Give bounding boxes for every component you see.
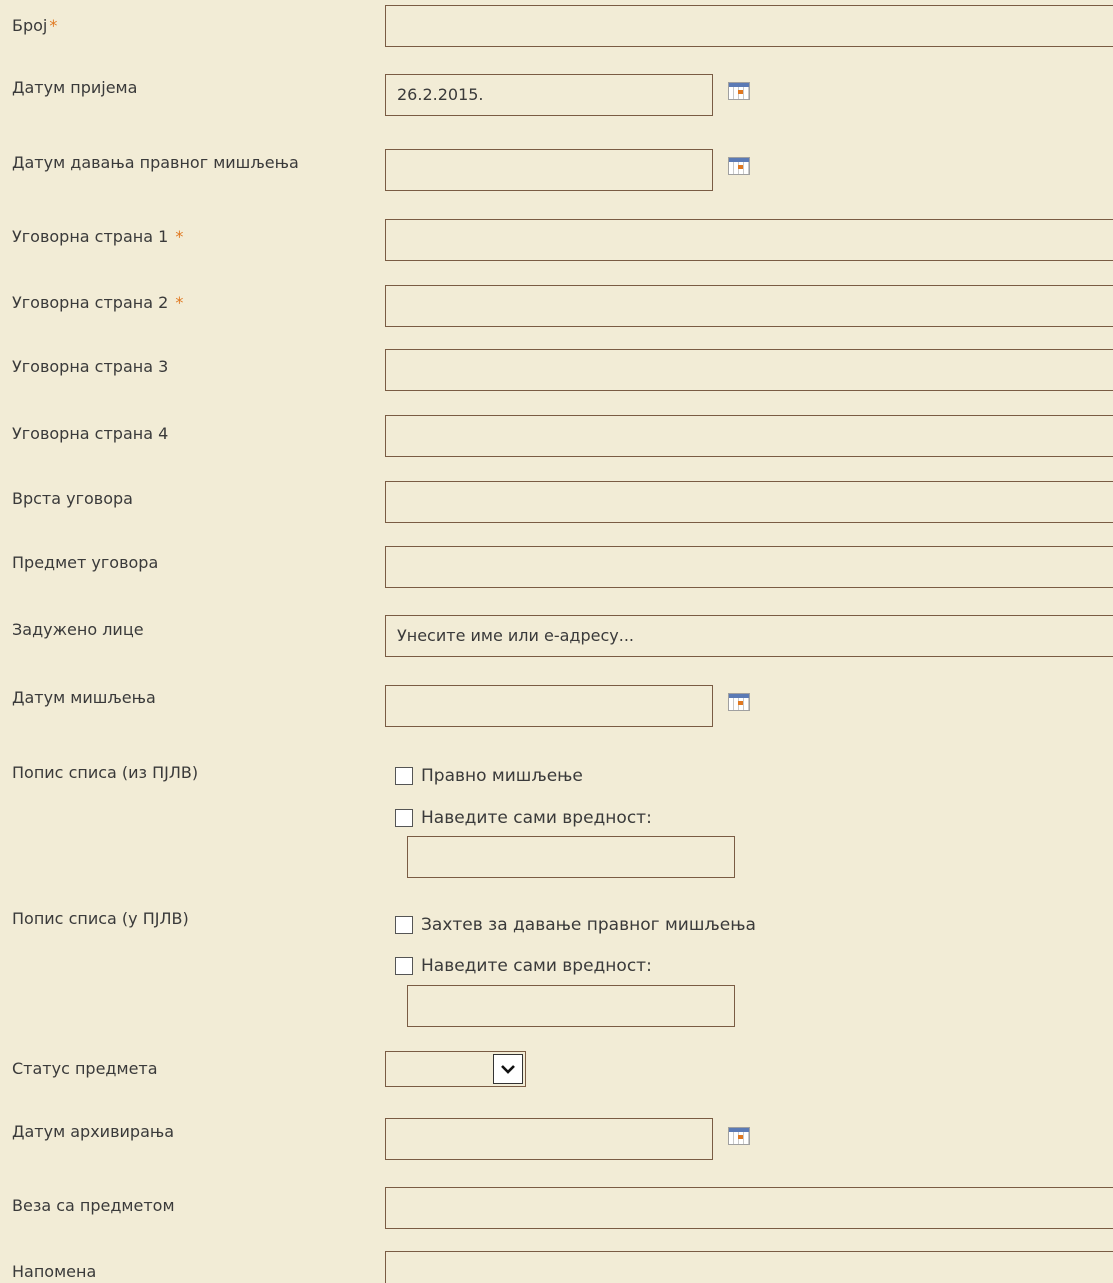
vrsta-ugovora-input[interactable]	[385, 481, 1113, 523]
chevron-down-icon[interactable]	[493, 1054, 523, 1084]
broj-input[interactable]	[385, 5, 1113, 47]
calendar-icon[interactable]	[728, 1127, 750, 1145]
ugovorna-strana-2-label: Уговорна страна 2 *	[12, 293, 184, 312]
popis-iz-custom-value-input[interactable]	[407, 836, 735, 878]
checkbox[interactable]	[395, 809, 413, 827]
popis-u-option-2[interactable]: Наведите сами вредност:	[395, 955, 652, 977]
calendar-icon[interactable]	[728, 693, 750, 711]
status-predmeta-label: Статус предмета	[12, 1059, 158, 1078]
required-marker: *	[175, 293, 184, 312]
datum-davanja-label: Датум давања правног мишљења	[12, 153, 299, 172]
popis-u-label: Попис списа (у ПЈЛВ)	[12, 909, 189, 928]
predmet-ugovora-input[interactable]	[385, 546, 1113, 588]
ugovorna-strana-1-label: Уговорна страна 1 *	[12, 227, 184, 246]
datum-davanja-input[interactable]	[385, 149, 713, 191]
datum-arhiviranja-input[interactable]	[385, 1118, 713, 1160]
checkbox-label: Наведите сами вредност:	[421, 956, 652, 976]
calendar-icon[interactable]	[728, 82, 750, 100]
checkbox-label: Захтев за давање правног мишљења	[421, 915, 756, 935]
predmet-ugovora-label: Предмет уговора	[12, 553, 159, 572]
popis-u-custom-value-input[interactable]	[407, 985, 735, 1027]
napomena-label: Напомена	[12, 1262, 97, 1281]
checkbox[interactable]	[395, 916, 413, 934]
ugovorna-strana-2-input[interactable]	[385, 285, 1113, 327]
ugovorna-strana-3-input[interactable]	[385, 349, 1113, 391]
checkbox-label: Правно мишљење	[421, 766, 583, 786]
zaduzeno-lice-input[interactable]: Унесите име или е-адресу...	[385, 615, 1113, 657]
ugovorna-strana-1-input[interactable]	[385, 219, 1113, 261]
datum-prijema-input[interactable]: 26.2.2015.	[385, 74, 713, 116]
calendar-icon[interactable]	[728, 157, 750, 175]
datum-misljenja-input[interactable]	[385, 685, 713, 727]
popis-u-option-1[interactable]: Захтев за давање правног мишљења	[395, 914, 756, 936]
vrsta-ugovora-label: Врста уговора	[12, 489, 133, 508]
ugovorna-strana-3-label: Уговорна страна 3	[12, 357, 169, 376]
broj-label: Број *	[12, 16, 58, 35]
napomena-input[interactable]	[385, 1251, 1113, 1283]
status-predmeta-select[interactable]	[385, 1051, 526, 1087]
veza-sa-predmetom-input[interactable]	[385, 1187, 1113, 1229]
popis-iz-option-2[interactable]: Наведите сами вредност:	[395, 807, 652, 829]
required-marker: *	[49, 16, 58, 35]
datum-prijema-label: Датум пријема	[12, 78, 138, 97]
form: Број * Датум пријема 26.2.2015. Датум дав…	[0, 0, 1113, 1283]
required-marker: *	[175, 227, 184, 246]
ugovorna-strana-4-label: Уговорна страна 4	[12, 424, 169, 443]
checkbox-label: Наведите сами вредност:	[421, 808, 652, 828]
popis-iz-option-1[interactable]: Правно мишљење	[395, 765, 583, 787]
checkbox[interactable]	[395, 767, 413, 785]
ugovorna-strana-4-input[interactable]	[385, 415, 1113, 457]
veza-sa-predmetom-label: Веза са предметом	[12, 1196, 175, 1215]
zaduzeno-lice-label: Задужено лице	[12, 620, 144, 639]
datum-arhiviranja-label: Датум архивирања	[12, 1122, 175, 1141]
datum-misljenja-label: Датум мишљења	[12, 688, 156, 707]
popis-iz-label: Попис списа (из ПЈЛВ)	[12, 763, 199, 782]
checkbox[interactable]	[395, 957, 413, 975]
